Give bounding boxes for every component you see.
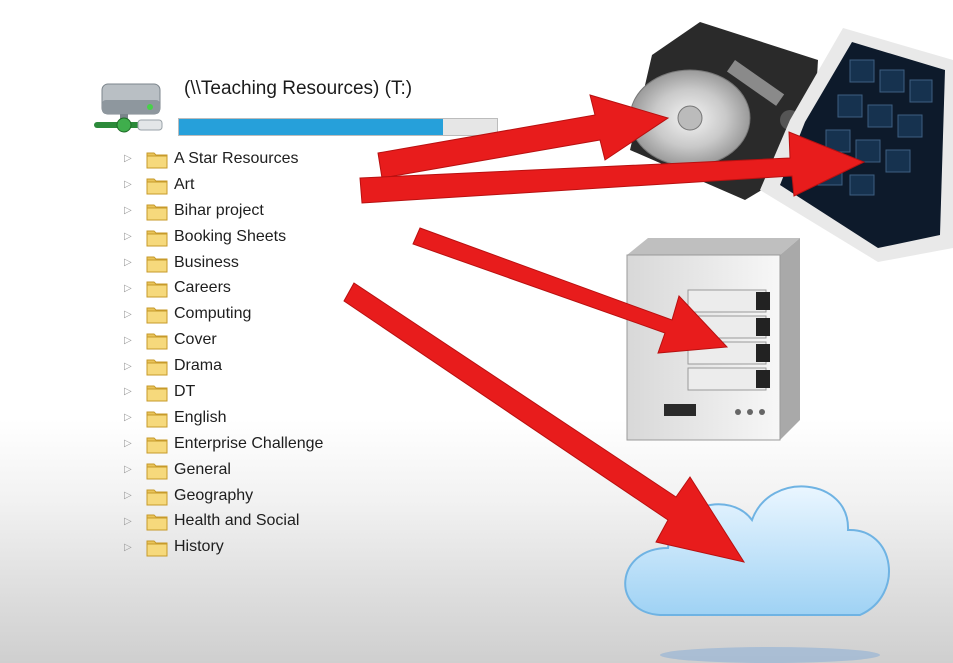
folder-label: Cover (174, 331, 217, 349)
folder-icon (146, 333, 168, 350)
folder-icon (146, 230, 168, 247)
folder-item[interactable]: ▷ English (124, 405, 323, 431)
folder-label: Health and Social (174, 512, 300, 530)
folder-label: Drama (174, 357, 223, 375)
folder-icon (146, 411, 168, 428)
folder-icon (146, 463, 168, 480)
chevron-right-icon[interactable]: ▷ (124, 542, 140, 553)
network-drive-icon (94, 83, 163, 133)
folder-icon (146, 514, 168, 531)
network-drive[interactable]: (\\Teaching Resources) (T:) (90, 78, 510, 148)
chevron-right-icon[interactable]: ▷ (124, 153, 140, 164)
chevron-right-icon[interactable]: ▷ (124, 438, 140, 449)
folder-item[interactable]: ▷ Business (124, 250, 323, 276)
folder-icon (146, 204, 168, 221)
folder-item[interactable]: ▷ Geography (124, 483, 323, 509)
arrow-group (343, 94, 866, 563)
folder-label: History (174, 538, 224, 556)
folder-label: DT (174, 382, 196, 400)
folder-item[interactable]: ▷ Cover (124, 327, 323, 353)
chevron-right-icon[interactable]: ▷ (124, 386, 140, 397)
folder-label: Enterprise Challenge (174, 434, 324, 452)
folder-item[interactable]: ▷ Computing (124, 301, 323, 327)
folder-icon (146, 307, 168, 324)
folder-icon (146, 178, 168, 195)
folder-label: Booking Sheets (174, 227, 287, 245)
folder-label: Geography (174, 486, 254, 504)
drive-usage-bar (178, 118, 498, 136)
chevron-right-icon[interactable]: ▷ (124, 179, 140, 190)
chevron-right-icon[interactable]: ▷ (124, 412, 140, 423)
folder-label: General (174, 460, 231, 478)
chevron-right-icon[interactable]: ▷ (124, 490, 140, 501)
folder-item[interactable]: ▷ A Star Resources (124, 146, 323, 172)
folder-label: English (174, 408, 227, 426)
folder-icon (146, 385, 168, 402)
folder-label: Art (174, 175, 195, 193)
folder-label: Computing (174, 305, 252, 323)
folder-icon (146, 359, 168, 376)
folder-tree: ▷ A Star Resources ▷ Art ▷ Bihar project ▷ Book… (124, 146, 323, 560)
folder-icon (146, 437, 168, 454)
chevron-right-icon[interactable]: ▷ (124, 464, 140, 475)
drive-usage-fill (179, 119, 443, 135)
folder-item[interactable]: ▷ Careers (124, 275, 323, 301)
folder-item[interactable]: ▷ Bihar project (124, 198, 323, 224)
chevron-right-icon[interactable]: ▷ (124, 361, 140, 372)
chevron-right-icon[interactable]: ▷ (124, 516, 140, 527)
hard-disk-icon (629, 22, 818, 200)
folder-label: Careers (174, 279, 231, 297)
nas-server-icon (626, 238, 800, 441)
arrow-to-nas (412, 227, 729, 354)
folder-item[interactable]: ▷ Enterprise Challenge (124, 431, 323, 457)
arrow-to-cloud (343, 282, 746, 563)
drive-title: (\\Teaching Resources) (T:) (184, 78, 413, 99)
folder-icon (146, 489, 168, 506)
chevron-right-icon[interactable]: ▷ (124, 231, 140, 242)
folder-item[interactable]: ▷ DT (124, 379, 323, 405)
chevron-right-icon[interactable]: ▷ (124, 257, 140, 268)
folder-item[interactable]: ▷ General (124, 457, 323, 483)
chevron-right-icon[interactable]: ▷ (124, 205, 140, 216)
folder-icon (146, 256, 168, 272)
folder-label: A Star Resources (174, 149, 299, 167)
chevron-right-icon[interactable]: ▷ (124, 283, 140, 294)
folder-item[interactable]: ▷ Booking Sheets (124, 224, 323, 250)
folder-icon (146, 152, 168, 169)
folder-item[interactable]: ▷ Art (124, 172, 323, 198)
chevron-right-icon[interactable]: ▷ (124, 335, 140, 346)
folder-label: Business (174, 253, 239, 271)
ssd-icon (760, 28, 953, 262)
cloud-icon (624, 485, 890, 663)
folder-icon (146, 540, 168, 557)
folder-item[interactable]: ▷ Drama (124, 353, 323, 379)
folder-item[interactable]: ▷ History (124, 534, 323, 560)
folder-icon (146, 281, 168, 298)
chevron-right-icon[interactable]: ▷ (124, 309, 140, 320)
folder-item[interactable]: ▷ Health and Social (124, 508, 323, 534)
folder-label: Bihar project (174, 201, 264, 219)
